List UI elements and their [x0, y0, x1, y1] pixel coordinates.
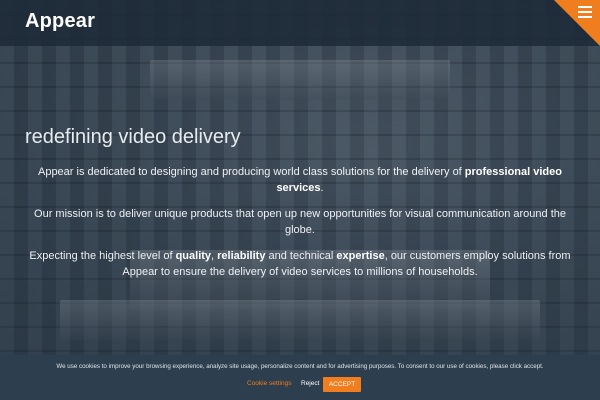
cookie-message: We use cookies to improve your browsing …: [56, 363, 544, 370]
intro-paragraph-1: Appear is dedicated to designing and pro…: [20, 164, 580, 196]
intro-paragraph-2: Our mission is to deliver unique product…: [34, 208, 566, 236]
menu-corner-triangle: [554, 0, 600, 46]
reject-button[interactable]: Reject: [301, 380, 319, 387]
accept-button[interactable]: ACCEPT: [323, 377, 361, 392]
cookie-settings-link[interactable]: Cookie settings: [247, 380, 291, 387]
intro-text-span: Expecting the highest level of: [29, 250, 176, 262]
intro-paragraph-3: Expecting the highest level of quality, …: [20, 248, 580, 280]
intro-text: Appear is dedicated to designing and pro…: [20, 164, 580, 290]
intro-bold-span: reliability: [217, 250, 266, 262]
hero-tagline: redefining video delivery: [25, 126, 241, 148]
server-rack-graphic: [150, 60, 450, 100]
intro-bold-span: quality: [175, 250, 212, 262]
menu-button[interactable]: [554, 0, 600, 46]
intro-text-span: .: [320, 182, 324, 194]
server-rack-graphic: [60, 300, 540, 340]
intro-text-span: Appear is dedicated to designing and pro…: [37, 166, 465, 178]
intro-bold-span: expertise: [336, 250, 385, 262]
site-header: Appear: [0, 0, 600, 46]
intro-text-span: and technical: [265, 250, 337, 262]
site-logo[interactable]: Appear: [25, 10, 95, 33]
cookie-banner: We use cookies to improve your browsing …: [0, 355, 600, 400]
cookie-actions: Cookie settings Reject ACCEPT: [0, 377, 600, 392]
hamburger-menu-icon: [578, 6, 592, 18]
